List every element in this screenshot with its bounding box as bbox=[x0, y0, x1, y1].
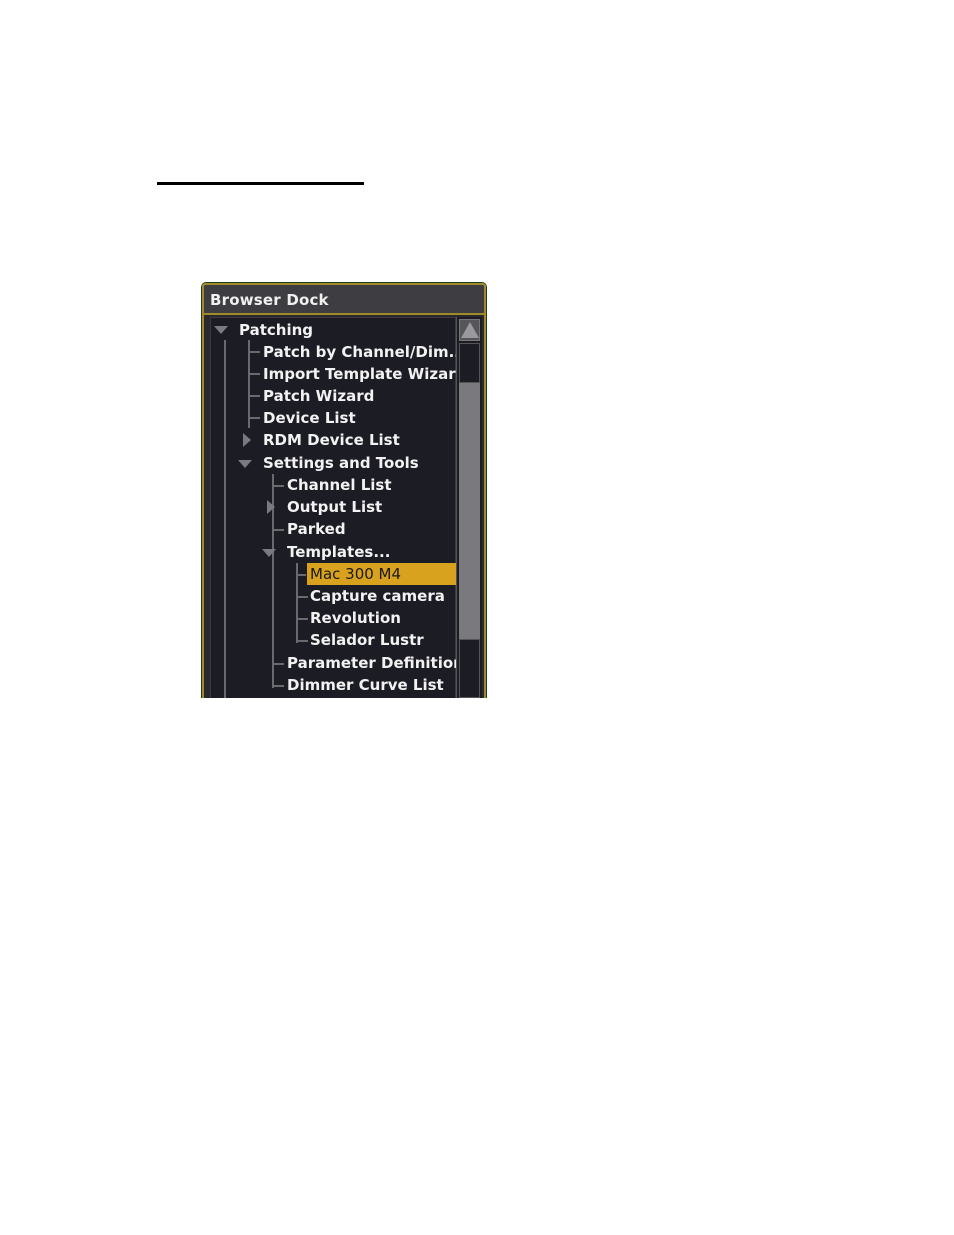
vertical-scrollbar[interactable] bbox=[456, 317, 482, 698]
tree-branch bbox=[296, 574, 306, 576]
tree-view: Patching Patch by Channel/Dim... Import … bbox=[210, 317, 473, 698]
tree-guide-line bbox=[248, 340, 250, 428]
tree-item-rdm-device-list[interactable]: RDM Device List bbox=[263, 429, 400, 451]
tree-branch bbox=[248, 417, 260, 419]
arrow-up-icon bbox=[461, 322, 479, 338]
tree-item-output-list[interactable]: Output List bbox=[287, 496, 382, 518]
tree-branch bbox=[272, 485, 284, 487]
browser-dock: Browser Dock Patching Patch by Channel/D… bbox=[202, 283, 486, 698]
dock-title: Browser Dock bbox=[210, 291, 329, 309]
tree-branch bbox=[272, 529, 284, 531]
tree-guide-line bbox=[224, 340, 226, 698]
tree-item-patch-by-channel[interactable]: Patch by Channel/Dim... bbox=[263, 341, 466, 363]
tree-item-device-list[interactable]: Device List bbox=[263, 407, 356, 429]
tree-item-parked[interactable]: Parked bbox=[287, 518, 346, 540]
scroll-up-button[interactable] bbox=[459, 319, 480, 341]
horizontal-rule bbox=[157, 182, 364, 185]
expand-arrow-icon[interactable] bbox=[238, 460, 252, 468]
tree-item-channel-list[interactable]: Channel List bbox=[287, 474, 392, 496]
expand-arrow-icon[interactable] bbox=[262, 549, 276, 557]
tree-item-patching[interactable]: Patching bbox=[239, 319, 313, 341]
scroll-thumb[interactable] bbox=[459, 383, 480, 639]
tree-branch bbox=[296, 596, 308, 598]
tree-item-selador-lustr[interactable]: Selador Lustr bbox=[310, 629, 424, 651]
tree-branch bbox=[272, 685, 284, 687]
tree-item-patch-wizard[interactable]: Patch Wizard bbox=[263, 385, 374, 407]
tree-item-mac-300-m4-selected[interactable]: Mac 300 M4 bbox=[307, 563, 458, 585]
tree-branch bbox=[272, 663, 284, 665]
tree-branch bbox=[248, 373, 260, 375]
collapse-arrow-icon[interactable] bbox=[267, 500, 275, 514]
tree-branch bbox=[296, 640, 308, 642]
tree-item-dimmer-curve-list[interactable]: Dimmer Curve List bbox=[287, 674, 444, 696]
collapse-arrow-icon[interactable] bbox=[243, 433, 251, 447]
tree-item-templates[interactable]: Templates... bbox=[287, 541, 390, 563]
dock-title-bar[interactable]: Browser Dock bbox=[204, 285, 484, 315]
scroll-track-upper[interactable] bbox=[459, 343, 480, 383]
tree-item-parameter-definitions[interactable]: Parameter Definitions bbox=[287, 652, 473, 674]
tree-branch bbox=[296, 618, 308, 620]
tree-item-import-template-wizard[interactable]: Import Template Wizard bbox=[263, 363, 466, 385]
tree-branch bbox=[248, 395, 260, 397]
tree-branch bbox=[248, 351, 260, 353]
scroll-track-lower[interactable] bbox=[459, 639, 480, 698]
tree-item-settings-and-tools[interactable]: Settings and Tools bbox=[263, 452, 419, 474]
tree-item-capture-camera[interactable]: Capture camera bbox=[310, 585, 445, 607]
expand-arrow-icon[interactable] bbox=[214, 326, 228, 334]
tree-item-revolution[interactable]: Revolution bbox=[310, 607, 401, 629]
